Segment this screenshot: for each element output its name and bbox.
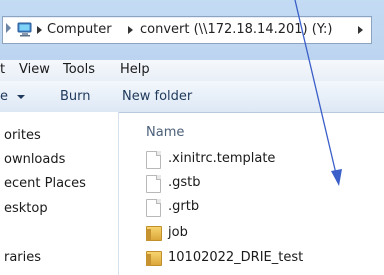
breadcrumb-computer[interactable]: Computer [47,21,112,38]
file-name: job [168,225,188,240]
file-icon [146,175,161,193]
navigation-pane: orites ownloads ecent Places esktop rari… [0,112,119,275]
name-column-header[interactable]: Name [146,125,184,140]
file-icon [146,151,161,169]
nav-item-recent-places[interactable]: ecent Places [4,176,86,191]
menu-view[interactable]: View [19,62,50,77]
address-bar[interactable]: Computer convert (\\172.18.14.201) (Y:) [2,16,372,44]
file-name: .xinitrc.template [168,151,276,166]
menu-bar: t View Tools Help [0,60,384,81]
breadcrumb-separator-icon[interactable] [128,26,133,34]
back-chevron-icon[interactable] [6,23,11,33]
title-bar: Computer convert (\\172.18.14.201) (Y:) [0,0,384,60]
organize-button[interactable]: e [0,89,8,104]
command-bar: e Burn New folder [0,81,384,113]
nav-item-libraries[interactable]: raries [4,250,41,265]
new-folder-button[interactable]: New folder [122,89,192,104]
menu-tools[interactable]: Tools [63,62,95,77]
nav-item-desktop[interactable]: esktop [4,201,48,216]
file-icon [146,199,161,217]
breadcrumb-convert-drive[interactable]: convert (\\172.18.14.201) (Y:) [140,21,333,38]
nav-item-favorites[interactable]: orites [4,128,41,143]
annotation-arrowhead-icon [331,169,342,186]
burn-button[interactable]: Burn [60,89,91,104]
folder-icon [146,226,162,241]
file-name: 10102022_DRIE_test [168,250,304,265]
file-name: .grtb [168,199,200,214]
chevron-down-icon[interactable] [17,95,25,99]
folder-icon [146,251,162,266]
computer-icon [17,22,32,37]
file-name: .gstb [168,175,201,190]
breadcrumb-separator-icon[interactable] [358,26,363,34]
menu-edit[interactable]: t [0,62,5,77]
menu-help[interactable]: Help [120,62,150,77]
nav-item-downloads[interactable]: ownloads [4,152,65,167]
breadcrumb-separator-icon[interactable] [37,26,42,34]
